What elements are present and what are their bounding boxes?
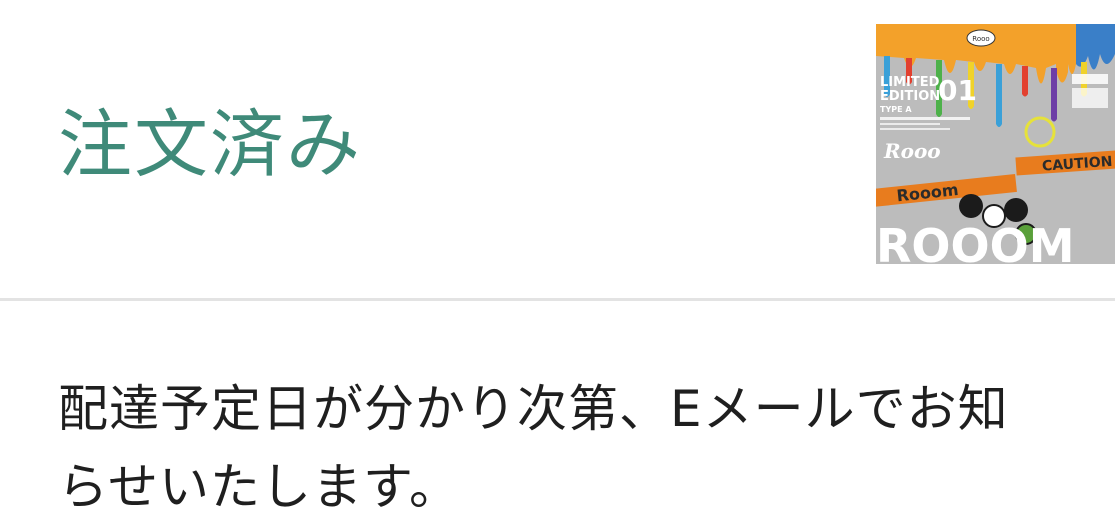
section-divider bbox=[0, 298, 1115, 301]
order-status-page: 注文済み Rooo LIMITED EDITION 01 TYPE A Rooo… bbox=[0, 0, 1115, 524]
edition-text-1: LIMITED bbox=[880, 75, 940, 90]
order-header: 注文済み Rooo LIMITED EDITION 01 TYPE A Rooo… bbox=[0, 0, 1115, 300]
svg-text:Rooo: Rooo bbox=[883, 139, 941, 163]
order-status-title: 注文済み bbox=[58, 102, 362, 188]
type-text: TYPE A bbox=[880, 105, 912, 114]
product-thumbnail[interactable]: Rooo LIMITED EDITION 01 TYPE A Rooo Rooo… bbox=[876, 24, 1115, 264]
delivery-message-line-1: 配達予定日が分かり次第、Eメールでお知 bbox=[58, 380, 1009, 438]
delivery-message: 配達予定日が分かり次第、Eメールでお知 らせいたします。 bbox=[58, 370, 1115, 524]
edition-number: 01 bbox=[938, 74, 977, 107]
delivery-message-line-2: らせいたします。 bbox=[58, 458, 460, 516]
album-cover-image: Rooo LIMITED EDITION 01 TYPE A Rooo Rooo… bbox=[876, 24, 1115, 264]
edition-text-2: EDITION bbox=[880, 89, 940, 104]
badge-text: Rooo bbox=[972, 35, 989, 43]
logo-text: ROOOM bbox=[876, 219, 1075, 264]
